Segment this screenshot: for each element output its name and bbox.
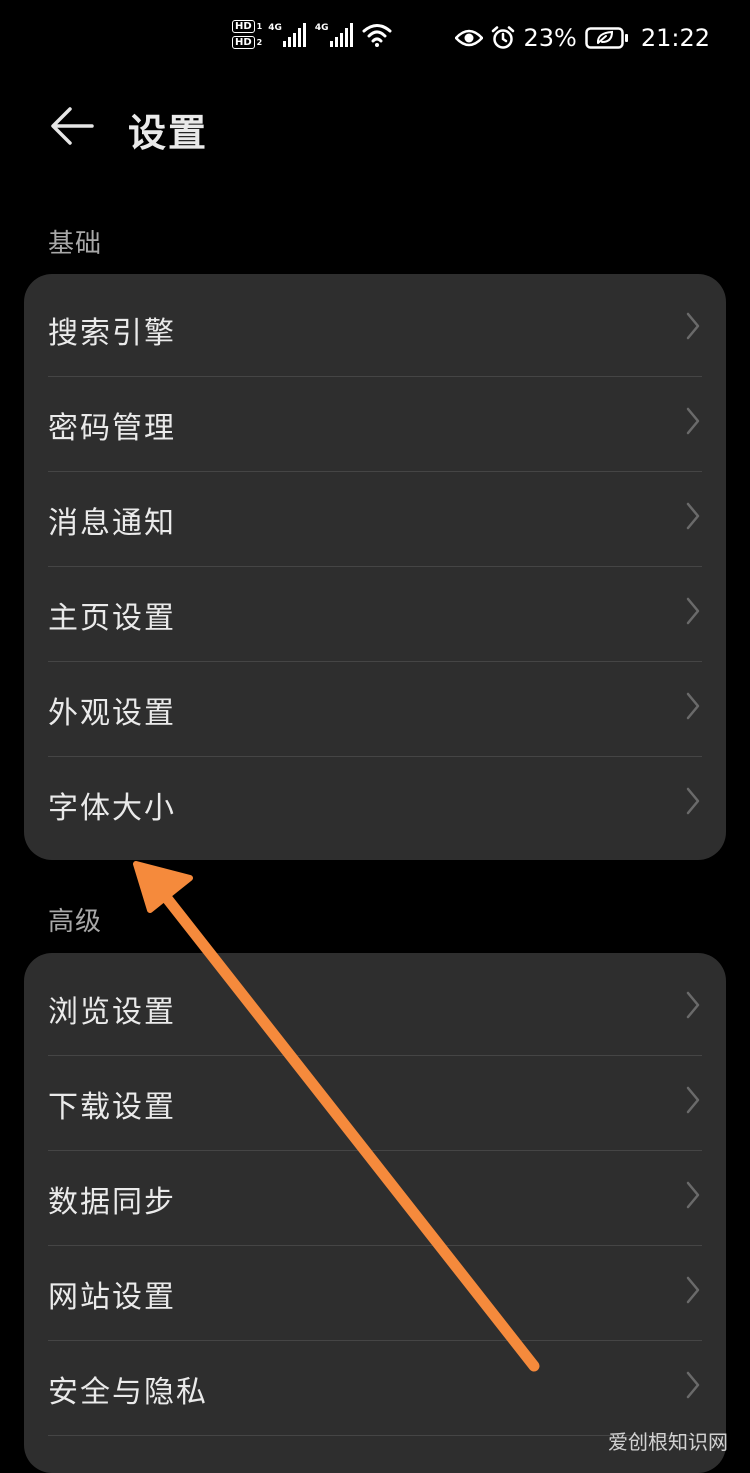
watermark: 爱创根知识网 [608, 1430, 728, 1454]
status-right: 23% 21:22 [455, 24, 710, 52]
signal-2: 4G [314, 22, 356, 47]
sim1-index: 1 [256, 21, 263, 31]
menu-item-label: 下载设置 [48, 1089, 176, 1125]
settings-card-advanced: 浏览设置 下载设置 数据同步 网站设置 安全与隐私 [24, 953, 726, 1473]
arrow-head-icon [133, 861, 193, 913]
chevron-right-icon [686, 1181, 700, 1209]
menu-item-label: 安全与隐私 [48, 1374, 208, 1410]
menu-item-download-settings[interactable]: 下载设置 [24, 1056, 726, 1151]
menu-item-label: 密码管理 [48, 410, 176, 446]
menu-item-homepage-settings[interactable]: 主页设置 [24, 567, 726, 662]
clock: 21:22 [640, 24, 710, 52]
settings-card-basic: 搜索引擎 密码管理 消息通知 主页设置 外观设置 字体大小 [24, 274, 726, 860]
page-title: 设置 [128, 111, 209, 155]
menu-item-label: 主页设置 [48, 600, 176, 636]
back-arrow-icon [51, 107, 94, 145]
status-left: HD 1 HD 2 4G 4G [232, 20, 392, 49]
chevron-right-icon [686, 991, 700, 1019]
menu-item-notifications[interactable]: 消息通知 [24, 472, 726, 567]
chevron-right-icon [686, 1371, 700, 1399]
menu-item-browsing-settings[interactable]: 浏览设置 [24, 961, 726, 1056]
menu-item-label: 数据同步 [48, 1184, 176, 1220]
section-label-basic: 基础 [48, 229, 103, 259]
menu-item-label: 消息通知 [48, 505, 176, 541]
signal-icon [329, 22, 353, 47]
battery-percent: 23% [523, 24, 577, 52]
network1-label: 4G [268, 22, 282, 33]
signal-1: 4G [268, 22, 309, 47]
app-header: 设置 [0, 84, 750, 174]
menu-item-font-size[interactable]: 字体大小 [24, 757, 726, 852]
eye-icon [455, 29, 484, 47]
menu-item-search-engine[interactable]: 搜索引擎 [24, 282, 726, 377]
chevron-right-icon [686, 1276, 700, 1304]
chevron-right-icon [686, 502, 700, 530]
chevron-right-icon [686, 312, 700, 340]
chevron-right-icon [686, 597, 700, 625]
menu-item-appearance-settings[interactable]: 外观设置 [24, 662, 726, 757]
menu-item-security-privacy[interactable]: 安全与隐私 [24, 1341, 726, 1436]
menu-item-label: 网站设置 [48, 1279, 176, 1315]
battery-icon [585, 27, 628, 49]
wifi-icon [362, 23, 392, 47]
menu-item-label: 外观设置 [48, 695, 176, 731]
sim1-indicator: HD 1 [232, 20, 262, 33]
menu-item-data-sync[interactable]: 数据同步 [24, 1151, 726, 1246]
menu-item-label: 搜索引擎 [48, 315, 176, 351]
menu-item-label: 浏览设置 [48, 994, 176, 1030]
sim2-indicator: HD 2 [232, 36, 262, 49]
back-button[interactable] [44, 102, 100, 150]
sim1-hd: HD [232, 20, 255, 33]
chevron-right-icon [686, 1086, 700, 1114]
menu-item-site-settings[interactable]: 网站设置 [24, 1246, 726, 1341]
network2-label: 4G [314, 22, 329, 33]
sim2-index: 2 [256, 37, 263, 47]
chevron-right-icon [686, 692, 700, 720]
alarm-icon [492, 26, 515, 49]
menu-item-label: 字体大小 [48, 790, 176, 826]
chevron-right-icon [686, 407, 700, 435]
sim-indicators: HD 1 HD 2 [232, 20, 262, 49]
chevron-right-icon [686, 787, 700, 815]
signal-icon [282, 22, 306, 47]
divider [48, 1435, 702, 1436]
sim2-hd: HD [232, 36, 255, 49]
status-bar: HD 1 HD 2 4G 4G 23% 21:22 [0, 0, 750, 84]
section-label-advanced: 高级 [48, 907, 103, 937]
menu-item-password-management[interactable]: 密码管理 [24, 377, 726, 472]
